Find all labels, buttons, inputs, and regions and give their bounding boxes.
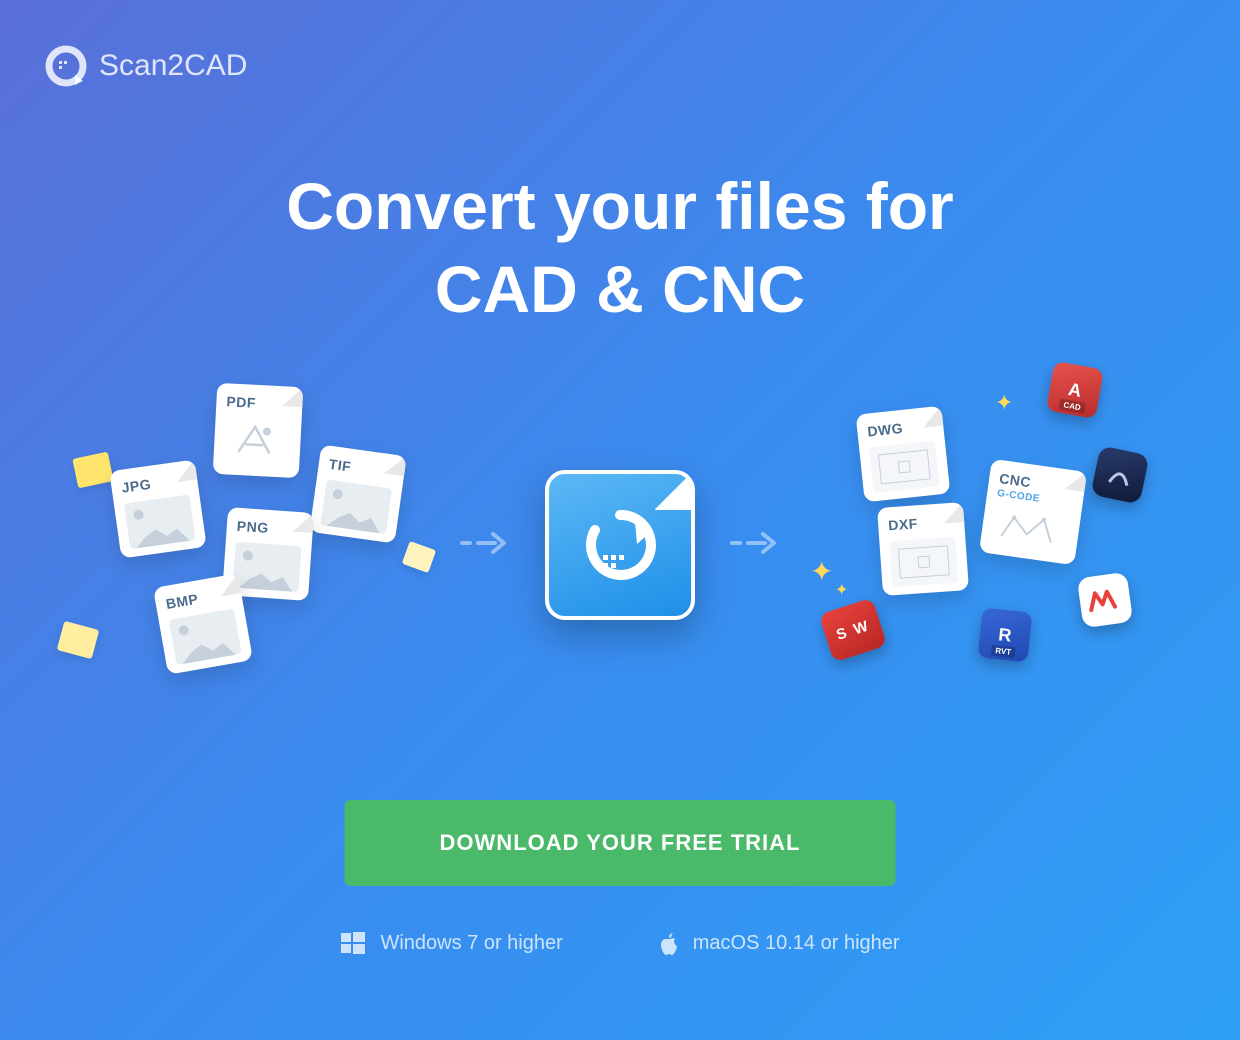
brand-logo-icon: [45, 45, 87, 87]
platform-label: macOS 10.14 or higher: [693, 932, 900, 955]
headline-line-1: Convert your files for: [0, 165, 1240, 248]
file-card-dxf: DXF: [877, 502, 969, 596]
app-badge-sub: RVT: [991, 645, 1016, 658]
file-label: PNG: [236, 518, 303, 539]
platforms-row: Windows 7 or higher macOS 10.14 or highe…: [0, 930, 1240, 956]
file-card-bmp: BMP: [153, 573, 253, 675]
sticky-note-icon: [402, 541, 437, 573]
file-label: DXF: [888, 513, 955, 534]
file-label: JPG: [121, 471, 189, 496]
app-badge-letter: S W: [834, 617, 872, 644]
input-files-cluster: PDF TIF JPG PNG BMP: [85, 395, 425, 695]
conversion-flow: PDF TIF JPG PNG BMP: [0, 395, 1240, 695]
app-badge-archicad: [1090, 445, 1149, 504]
file-card-pdf: PDF: [213, 383, 304, 478]
app-badge-autocad: A CAD: [1046, 361, 1104, 419]
file-card-tif: TIF: [309, 444, 406, 543]
app-badge-letter: A: [1067, 379, 1083, 402]
sparkle-icon: ✦: [810, 555, 833, 588]
file-card-dwg: DWG: [856, 406, 951, 503]
file-label: TIF: [328, 456, 396, 481]
windows-icon: [340, 930, 366, 956]
app-badge-solidworks: S W: [819, 598, 888, 663]
platform-windows: Windows 7 or higher: [340, 930, 562, 956]
arrow-right-icon: [460, 523, 510, 568]
app-badge-revit: R RVT: [978, 608, 1033, 663]
platform-label: Windows 7 or higher: [380, 932, 562, 955]
sparkle-icon: ✦: [835, 580, 848, 600]
apple-icon: [653, 930, 679, 956]
arrow-right-icon: [730, 523, 780, 568]
output-files-cluster: ✦ ✦ ✦ A CAD R RVT S W DWG DXF CNC: [815, 395, 1155, 695]
file-label: PDF: [226, 393, 293, 412]
brand-logo: Scan2CAD: [45, 45, 247, 87]
file-label: BMP: [165, 585, 233, 612]
platform-mac: macOS 10.14 or higher: [653, 930, 900, 956]
sparkle-icon: ✦: [995, 390, 1013, 416]
app-badge-sub: CAD: [1059, 399, 1086, 414]
app-badge-mastercam: [1077, 572, 1133, 628]
headline-line-2: CAD & CNC: [0, 248, 1240, 331]
scan2cad-app-icon: [545, 470, 695, 620]
sticky-note-icon: [72, 452, 113, 489]
sticky-note-icon: [57, 621, 100, 659]
brand-name: Scan2CAD: [99, 49, 247, 83]
headline: Convert your files for CAD & CNC: [0, 165, 1240, 330]
file-label: DWG: [867, 417, 934, 440]
file-card-cnc: CNC G-CODE: [979, 459, 1087, 565]
download-trial-button[interactable]: DOWNLOAD YOUR FREE TRIAL: [345, 800, 896, 886]
file-card-jpg: JPG: [109, 459, 206, 558]
app-badge-letter: R: [997, 624, 1012, 646]
